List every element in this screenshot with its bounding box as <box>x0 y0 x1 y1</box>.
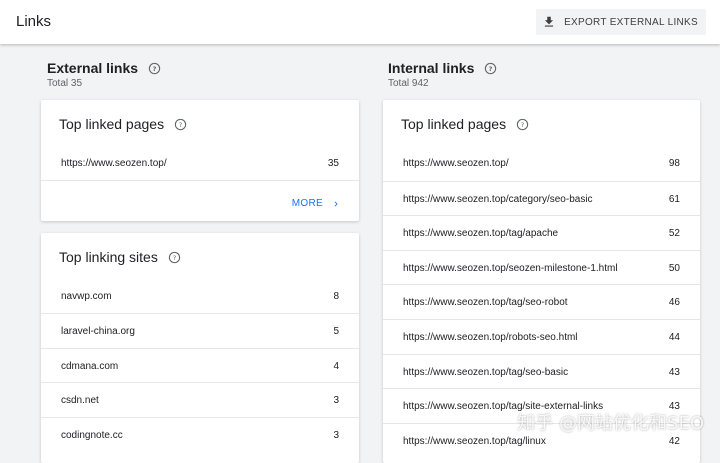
download-icon <box>544 16 554 27</box>
table-row[interactable]: https://www.seozen.top/category/seo-basi… <box>383 181 700 216</box>
row-count: 46 <box>668 296 680 308</box>
row-url: https://www.seozen.top/tag/linux <box>403 435 546 447</box>
row-count: 3 <box>333 394 339 406</box>
internal-links-title: Internal links <box>388 60 475 76</box>
help-icon[interactable]: ? <box>516 118 529 131</box>
table-row[interactable]: https://www.seozen.top/tag/seo-basic 43 <box>383 354 700 389</box>
row-url: https://www.seozen.top/ <box>61 157 167 169</box>
table-row[interactable]: https://www.seozen.top/robots-seo.html 4… <box>383 319 700 354</box>
row-site: codingnote.cc <box>61 429 123 441</box>
internal-links-header: Internal links ? Total 942 <box>388 60 497 89</box>
help-icon[interactable]: ? <box>174 118 187 131</box>
row-url: https://www.seozen.top/robots-seo.html <box>403 331 578 343</box>
card-title: Top linked pages <box>59 116 165 132</box>
table-row[interactable]: csdn.net 3 <box>41 382 359 417</box>
row-count: 52 <box>668 227 680 239</box>
page-title: Links <box>16 13 52 30</box>
row-count: 5 <box>333 325 339 337</box>
row-count: 43 <box>668 366 680 378</box>
row-count: 42 <box>668 435 680 447</box>
row-count: 4 <box>333 360 339 372</box>
divider <box>41 180 359 181</box>
row-url: https://www.seozen.top/category/seo-basi… <box>403 193 593 205</box>
svg-text:?: ? <box>153 64 157 72</box>
table-row[interactable]: cdmana.com 4 <box>41 348 359 383</box>
table-row[interactable]: https://www.seozen.top/ 98 <box>383 146 700 180</box>
export-button-label: EXPORT EXTERNAL LINKS <box>564 16 698 28</box>
row-url: https://www.seozen.top/seozen-milestone-… <box>403 262 618 274</box>
row-count: 98 <box>668 157 680 169</box>
row-url: https://www.seozen.top/tag/seo-robot <box>403 296 568 308</box>
row-url: https://www.seozen.top/ <box>403 157 509 169</box>
top-app-bar: Links EXPORT EXTERNAL LINKS <box>0 0 720 44</box>
row-site: laravel-china.org <box>61 325 135 337</box>
external-top-linked-pages-card: Top linked pages ? https://www.seozen.to… <box>41 100 359 221</box>
external-links-header: External links ? Total 35 <box>47 60 161 89</box>
row-url: https://www.seozen.top/tag/seo-basic <box>403 366 569 378</box>
help-icon[interactable]: ? <box>484 62 497 75</box>
export-external-links-button[interactable]: EXPORT EXTERNAL LINKS <box>536 9 706 35</box>
row-count: 44 <box>668 331 680 343</box>
table-row[interactable]: https://www.seozen.top/ 35 <box>41 146 359 180</box>
watermark: 知乎 @网站优化和SEO <box>517 413 704 434</box>
row-site: cdmana.com <box>61 360 119 372</box>
row-count: 8 <box>333 290 339 302</box>
external-top-linking-sites-card: Top linking sites ? navwp.com 8 laravel-… <box>41 233 359 463</box>
card-title: Top linking sites <box>59 249 158 265</box>
more-label: MORE <box>291 198 323 209</box>
table-row[interactable]: laravel-china.org 5 <box>41 313 359 348</box>
svg-text:?: ? <box>179 120 182 128</box>
internal-links-total: Total 942 <box>388 78 429 89</box>
external-links-total: Total 35 <box>47 78 83 89</box>
svg-text:?: ? <box>173 253 176 261</box>
table-row[interactable]: https://www.seozen.top/seozen-milestone-… <box>383 250 700 285</box>
row-count: 61 <box>668 193 680 205</box>
svg-text:?: ? <box>489 64 493 72</box>
svg-text:?: ? <box>521 120 524 128</box>
row-count: 50 <box>668 262 680 274</box>
row-url: https://www.seozen.top/tag/apache <box>403 227 559 239</box>
external-links-title: External links <box>47 60 139 76</box>
chevron-right-icon <box>334 201 338 206</box>
table-row[interactable]: navwp.com 8 <box>41 279 359 313</box>
card-title: Top linked pages <box>401 116 507 132</box>
row-count: 3 <box>333 429 339 441</box>
row-site: navwp.com <box>61 290 112 302</box>
help-icon[interactable]: ? <box>148 62 161 75</box>
more-button[interactable]: MORE <box>292 198 341 209</box>
table-row[interactable]: https://www.seozen.top/tag/apache 52 <box>383 215 700 250</box>
row-count: 35 <box>327 157 339 169</box>
help-icon[interactable]: ? <box>168 251 181 264</box>
table-row[interactable]: https://www.seozen.top/tag/seo-robot 46 <box>383 284 700 319</box>
row-site: csdn.net <box>61 394 99 406</box>
